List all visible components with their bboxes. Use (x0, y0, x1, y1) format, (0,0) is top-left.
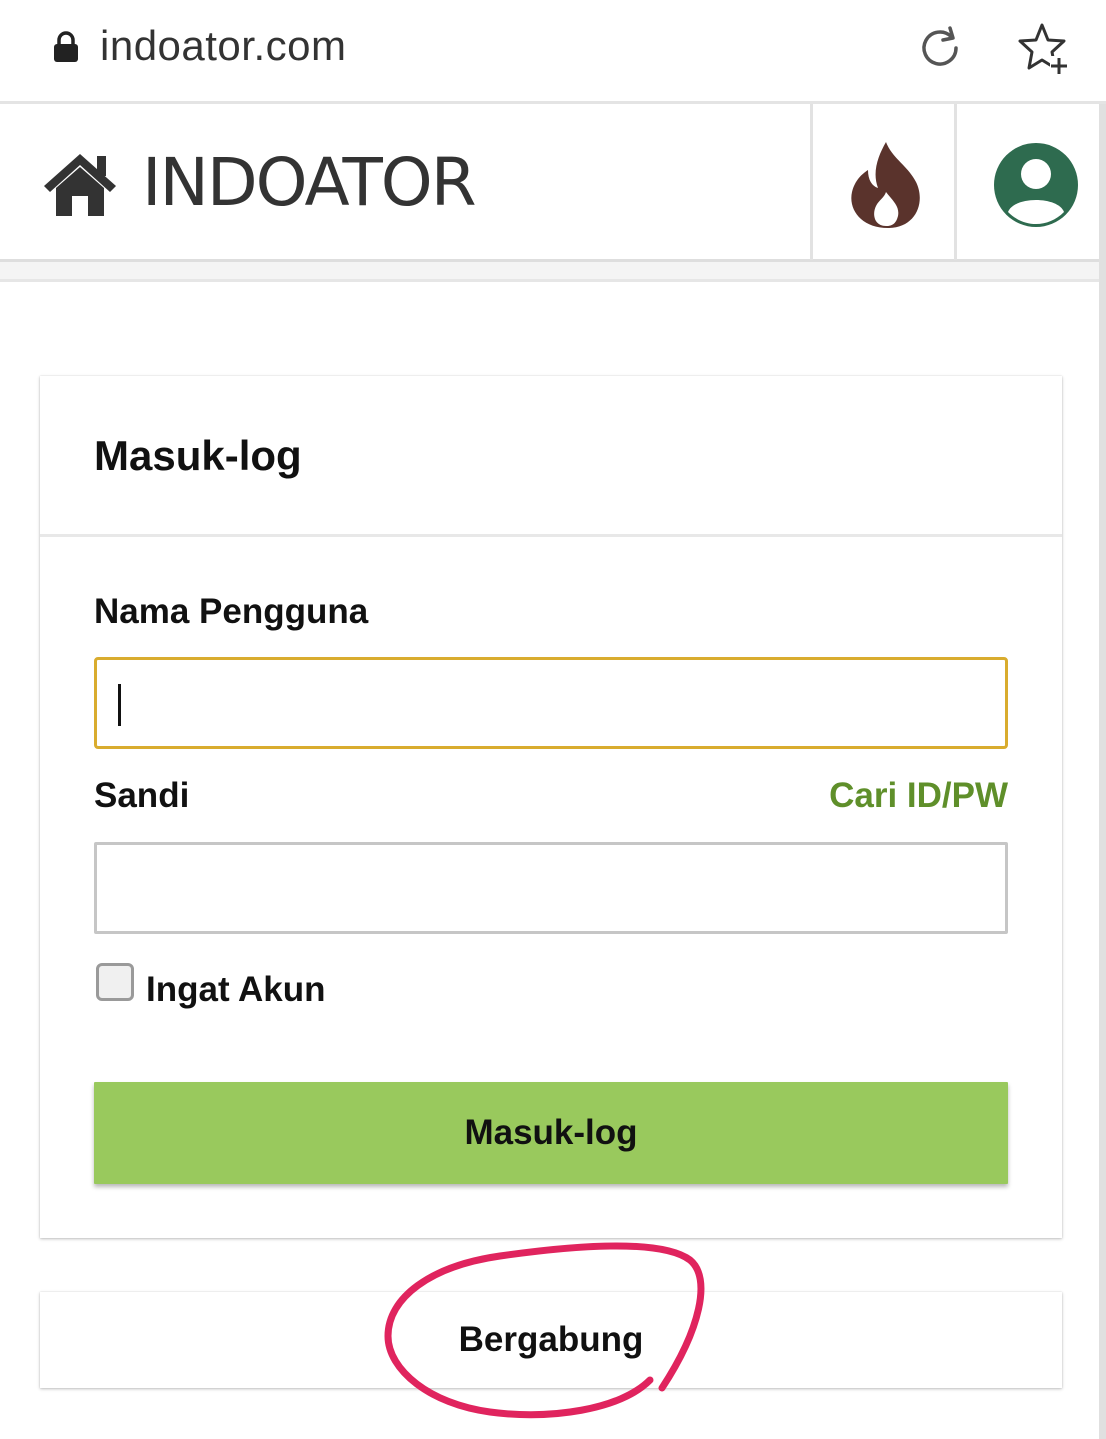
join-label: Bergabung (458, 1320, 644, 1359)
browser-address-bar: indoator.com (0, 0, 1106, 104)
join-button[interactable]: Bergabung (40, 1292, 1062, 1388)
username-input[interactable] (94, 657, 1008, 749)
login-title: Masuk-log (94, 432, 302, 479)
password-input[interactable] (94, 842, 1008, 934)
password-label: Sandi (94, 776, 190, 815)
username-label: Nama Pengguna (94, 592, 369, 631)
login-card: Masuk-log Nama Pengguna Sandi Cari ID/PW… (40, 376, 1062, 1238)
remember-account-label[interactable]: Ingat Akun (146, 970, 326, 1010)
bookmark-star-icon[interactable] (1014, 20, 1070, 76)
header-spacer (0, 262, 1106, 282)
lock-icon (54, 31, 78, 62)
scrollbar-track[interactable] (1099, 104, 1106, 1439)
home-icon[interactable] (40, 148, 120, 218)
url-text[interactable]: indoator.com (100, 22, 346, 70)
reload-icon[interactable] (916, 24, 964, 72)
fire-icon[interactable] (846, 140, 928, 230)
remember-account-checkbox[interactable] (96, 963, 134, 1001)
header-divider (810, 104, 813, 260)
site-title[interactable]: INDOATOR (142, 144, 477, 221)
find-id-password-link[interactable]: Cari ID/PW (829, 776, 1008, 816)
login-button[interactable]: Masuk-log (94, 1082, 1008, 1184)
header-divider (954, 104, 957, 260)
site-header: INDOATOR (0, 104, 1106, 262)
card-divider (40, 534, 1062, 537)
account-icon[interactable] (992, 140, 1080, 230)
text-cursor (118, 684, 121, 726)
page: indoator.com INDOATOR Masuk-log Nama Pen… (0, 0, 1106, 1439)
